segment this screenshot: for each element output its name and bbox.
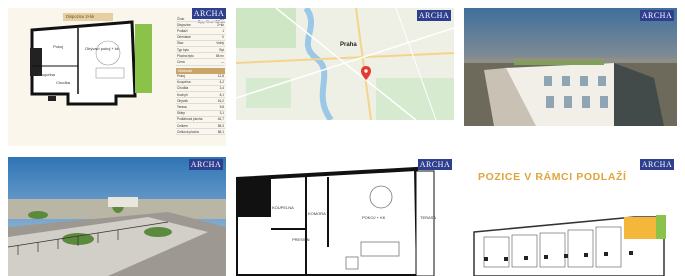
room-label: Koupelna: [38, 72, 55, 77]
unit-info-table: Číslo A1 Dispozice 2+kk Podlaží 1 Orientace…: [176, 16, 225, 136]
terrace-photo: [8, 157, 226, 276]
archa-logo: ARCHA: [418, 159, 452, 170]
archa-logo: ARCHA: [640, 10, 674, 21]
table-row: Cena —: [176, 59, 225, 66]
room-label: Obývací pokoj + kk: [85, 46, 119, 51]
room-label: POKOJ + KK: [362, 215, 386, 220]
gallery-thumb-terrace-photo[interactable]: ARCHA: [8, 157, 226, 276]
floor-position-title: POZICE V RÁMCI PODLAŽÍ: [478, 171, 627, 183]
archa-logo: ARCHA: [189, 159, 223, 170]
gallery-thumb-floor-position[interactable]: POZICE V RÁMCI PODLAŽÍ ARCHA: [464, 157, 677, 276]
gallery-thumb-building-photo[interactable]: ARCHA: [464, 8, 677, 126]
building-photo: [464, 8, 677, 126]
room-label: Chodba: [56, 80, 71, 85]
archa-logo: ARCHA: [640, 159, 674, 170]
room-label: KOMORA: [308, 211, 326, 216]
gallery-thumb-floorplan[interactable]: Pokoj Obývací pokoj + kk Koupelna Chodba…: [8, 8, 226, 146]
room-label: KOUPELNA: [272, 205, 294, 210]
map-drawing: [236, 8, 454, 120]
map-city-label: Praha: [340, 42, 357, 48]
room-label: PRESSÍN: [292, 237, 310, 242]
room-label: TERASA: [420, 215, 437, 220]
gallery-thumb-map[interactable]: Praha ARCHA: [236, 8, 454, 120]
gallery-thumb-plan-detail[interactable]: KOUPELNA KOMORA PRESSÍN POKOJ + KK TERAS…: [236, 157, 454, 276]
table-row: Celková plocha 68,1: [176, 129, 225, 136]
floorplan-header: Dispozice 2+kk: [66, 14, 95, 19]
archa-logo: ARCHA: [417, 10, 451, 21]
room-label: Pokoj: [53, 44, 64, 49]
